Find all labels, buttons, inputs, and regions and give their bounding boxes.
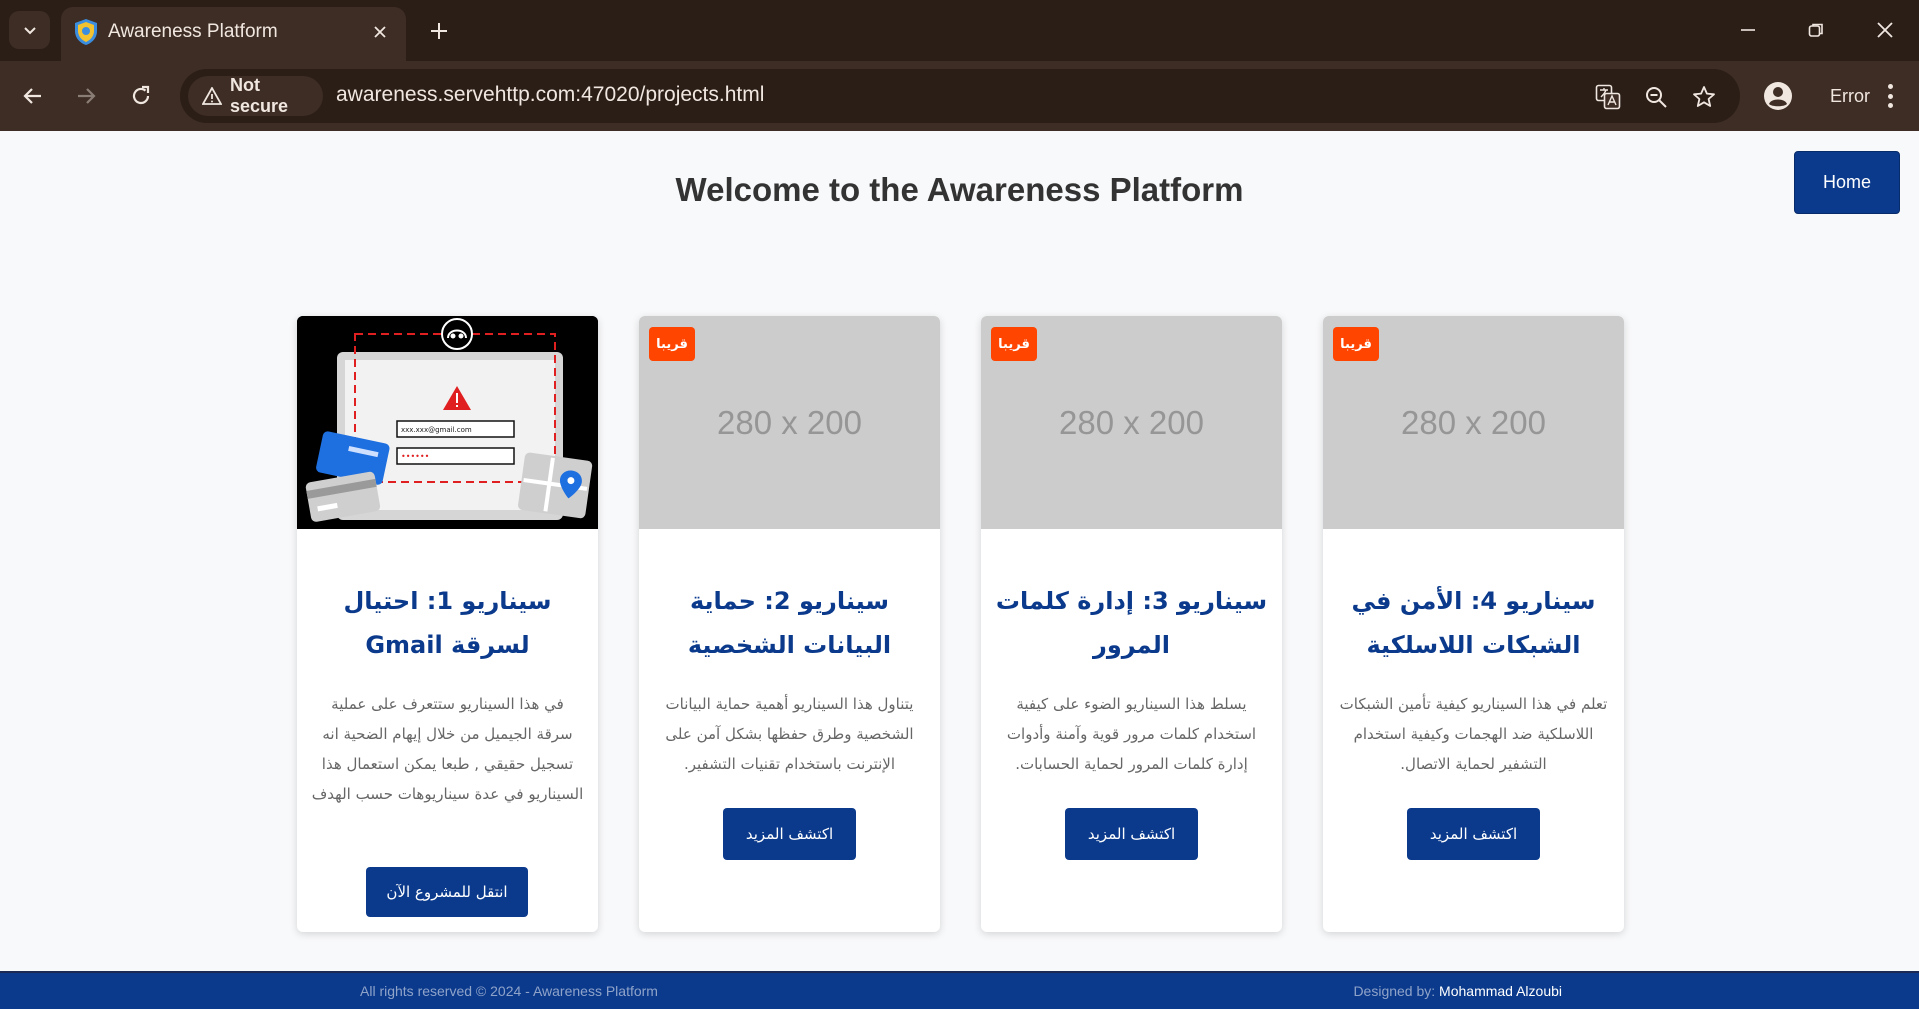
close-window-button[interactable] [1865, 12, 1905, 48]
reload-button[interactable] [123, 78, 159, 114]
page-footer: All rights reserved © 2024 - Awareness P… [0, 971, 1919, 1009]
close-icon [374, 26, 386, 38]
scenario-card-1: xxx.xxx@gmail.com •••••• سيناريو 1: احتي… [297, 316, 598, 932]
footer-copyright: All rights reserved © 2024 - Awareness P… [360, 983, 658, 999]
zoom-button[interactable] [1641, 82, 1671, 112]
designed-by-label: Designed by: [1353, 983, 1436, 999]
site-info-chip[interactable]: Not secure [188, 75, 323, 116]
address-bar[interactable]: Not secure awareness.servehttp.com:47020… [180, 69, 1740, 123]
profile-status-text: Error [1830, 85, 1870, 106]
discover-more-button[interactable]: اكتشف المزيد [1407, 808, 1540, 860]
placeholder-text: 280 x 200 [1059, 403, 1204, 441]
menu-kebab-icon[interactable] [1886, 84, 1894, 108]
translate-button[interactable] [1593, 82, 1623, 112]
warning-icon [202, 87, 222, 105]
discover-more-button[interactable]: اكتشف المزيد [723, 808, 856, 860]
phishing-laptop-image: xxx.xxx@gmail.com •••••• [297, 316, 598, 529]
placeholder-text: 280 x 200 [717, 403, 862, 441]
password-field-text: •••••• [401, 452, 429, 461]
minimize-icon [1741, 29, 1755, 31]
zoom-out-icon [1646, 87, 1667, 108]
tab-close-button[interactable] [368, 20, 392, 44]
browser-toolbar: Not secure awareness.servehttp.com:47020… [0, 61, 1919, 131]
go-to-project-button[interactable]: انتقل للمشروع الآن [366, 867, 528, 917]
shield-favicon-icon [75, 19, 97, 45]
restore-icon [1808, 23, 1823, 37]
discover-more-button[interactable]: اكتشف المزيد [1065, 808, 1198, 860]
designer-name-link[interactable]: Mohammad Alzoubi [1439, 983, 1562, 999]
arrow-right-icon [78, 88, 96, 104]
gmail-phishing-illustration: xxx.xxx@gmail.com •••••• [297, 316, 598, 529]
card-title: سيناريو 2: حماية البيانات الشخصية [687, 587, 892, 659]
security-label: Not secure [229, 75, 289, 116]
browser-tab-bar: Awareness Platform [0, 0, 1919, 61]
page-content: Welcome to the Awareness Platform Home x… [0, 131, 1919, 1009]
card-description: يسلط هذا السيناريو الضوء على كيفية استخد… [1006, 695, 1257, 773]
home-button[interactable]: Home [1794, 151, 1900, 214]
translate-icon [1595, 84, 1621, 110]
email-field-text: xxx.xxx@gmail.com [401, 426, 472, 434]
card-description: تعلم في هذا السيناريو كيفية تأمين الشبكا… [1339, 695, 1608, 773]
profile-error-chip[interactable]: Error [1815, 72, 1912, 120]
tab-title: Awareness Platform [108, 21, 278, 42]
scenario-card-3: 280 x 200 قريبا سيناريو 3: إدارة كلمات ا… [981, 316, 1282, 932]
new-tab-button[interactable] [424, 16, 454, 46]
browser-tab-active[interactable]: Awareness Platform [61, 7, 406, 61]
card-title: سيناريو 3: إدارة كلمات المرور [995, 587, 1268, 659]
arrow-left-icon [23, 88, 41, 104]
chevron-down-icon [23, 27, 36, 35]
star-icon [1693, 86, 1715, 107]
coming-soon-badge: قريبا [649, 327, 695, 361]
coming-soon-badge: قريبا [991, 327, 1037, 361]
close-icon [1877, 22, 1893, 38]
footer-credits: Designed by: Mohammad Alzoubi [1353, 983, 1562, 999]
url-text[interactable]: awareness.servehttp.com:47020/projects.h… [336, 83, 764, 107]
scenario-card-2: 280 x 200 قريبا سيناريو 2: حماية البيانا… [639, 316, 940, 932]
placeholder-text: 280 x 200 [1401, 403, 1546, 441]
bookmark-button[interactable] [1689, 82, 1719, 112]
user-avatar-icon [1764, 82, 1792, 110]
reload-icon [132, 85, 150, 105]
back-button[interactable] [15, 78, 51, 114]
card-title: سيناريو 1: احتيال لسرقة Gmail [343, 587, 552, 659]
card-description: يتناول هذا السيناريو أهمية حماية البيانا… [665, 695, 914, 773]
card-title: سيناريو 4: الأمن في الشبكات اللاسلكية [1351, 587, 1596, 659]
minimize-button[interactable] [1728, 12, 1768, 48]
coming-soon-badge: قريبا [1333, 327, 1379, 361]
restore-button[interactable] [1796, 12, 1836, 48]
page-title: Welcome to the Awareness Platform [675, 171, 1244, 208]
profile-button[interactable] [1761, 79, 1795, 113]
plus-icon [431, 23, 447, 39]
card-description: في هذا السيناريو ستتعرف على عملية سرقة ا… [311, 695, 584, 803]
tab-search-button[interactable] [9, 11, 50, 49]
forward-button[interactable] [68, 78, 104, 114]
scenario-card-4: 280 x 200 قريبا سيناريو 4: الأمن في الشب… [1323, 316, 1624, 932]
